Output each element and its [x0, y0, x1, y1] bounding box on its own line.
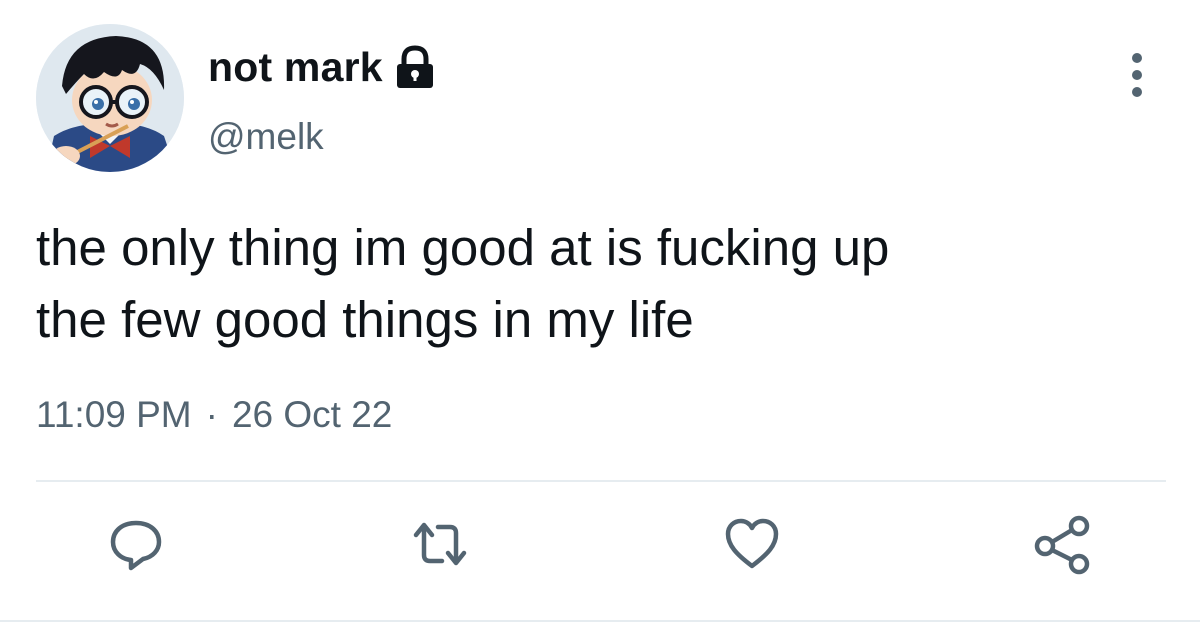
tweet-card: not mark @melk the only thing im good at… [0, 0, 1200, 638]
more-options-button[interactable] [1120, 50, 1154, 100]
heart-icon [725, 518, 779, 569]
reply-icon [110, 520, 162, 571]
tweet-text-line: the only thing im good at is fucking up [36, 219, 890, 276]
user-handle[interactable]: @melk [208, 116, 324, 158]
more-icon [1132, 53, 1142, 97]
display-name[interactable]: not mark [208, 44, 383, 91]
avatar-image [36, 24, 184, 172]
avatar[interactable] [36, 24, 184, 172]
retweet-button[interactable] [408, 512, 472, 576]
display-name-row: not mark [208, 40, 437, 94]
retweet-icon [413, 522, 467, 566]
tweet-time[interactable]: 11:09 PM [36, 394, 192, 436]
reply-button[interactable] [104, 512, 168, 576]
tweet-text: the only thing im good at is fucking up … [36, 212, 1166, 356]
timestamp: 11:09 PM · 26 Oct 22 [36, 394, 392, 436]
tweet-date[interactable]: 26 Oct 22 [232, 394, 392, 436]
share-button[interactable] [1032, 512, 1096, 576]
bottom-divider [0, 620, 1200, 622]
timestamp-separator: · [205, 394, 218, 435]
tweet-text-line: the few good things in my life [36, 291, 694, 348]
lock-icon [393, 44, 437, 90]
share-icon [1034, 515, 1090, 575]
divider [36, 480, 1166, 482]
action-bar [0, 512, 1200, 592]
like-button[interactable] [720, 512, 784, 576]
